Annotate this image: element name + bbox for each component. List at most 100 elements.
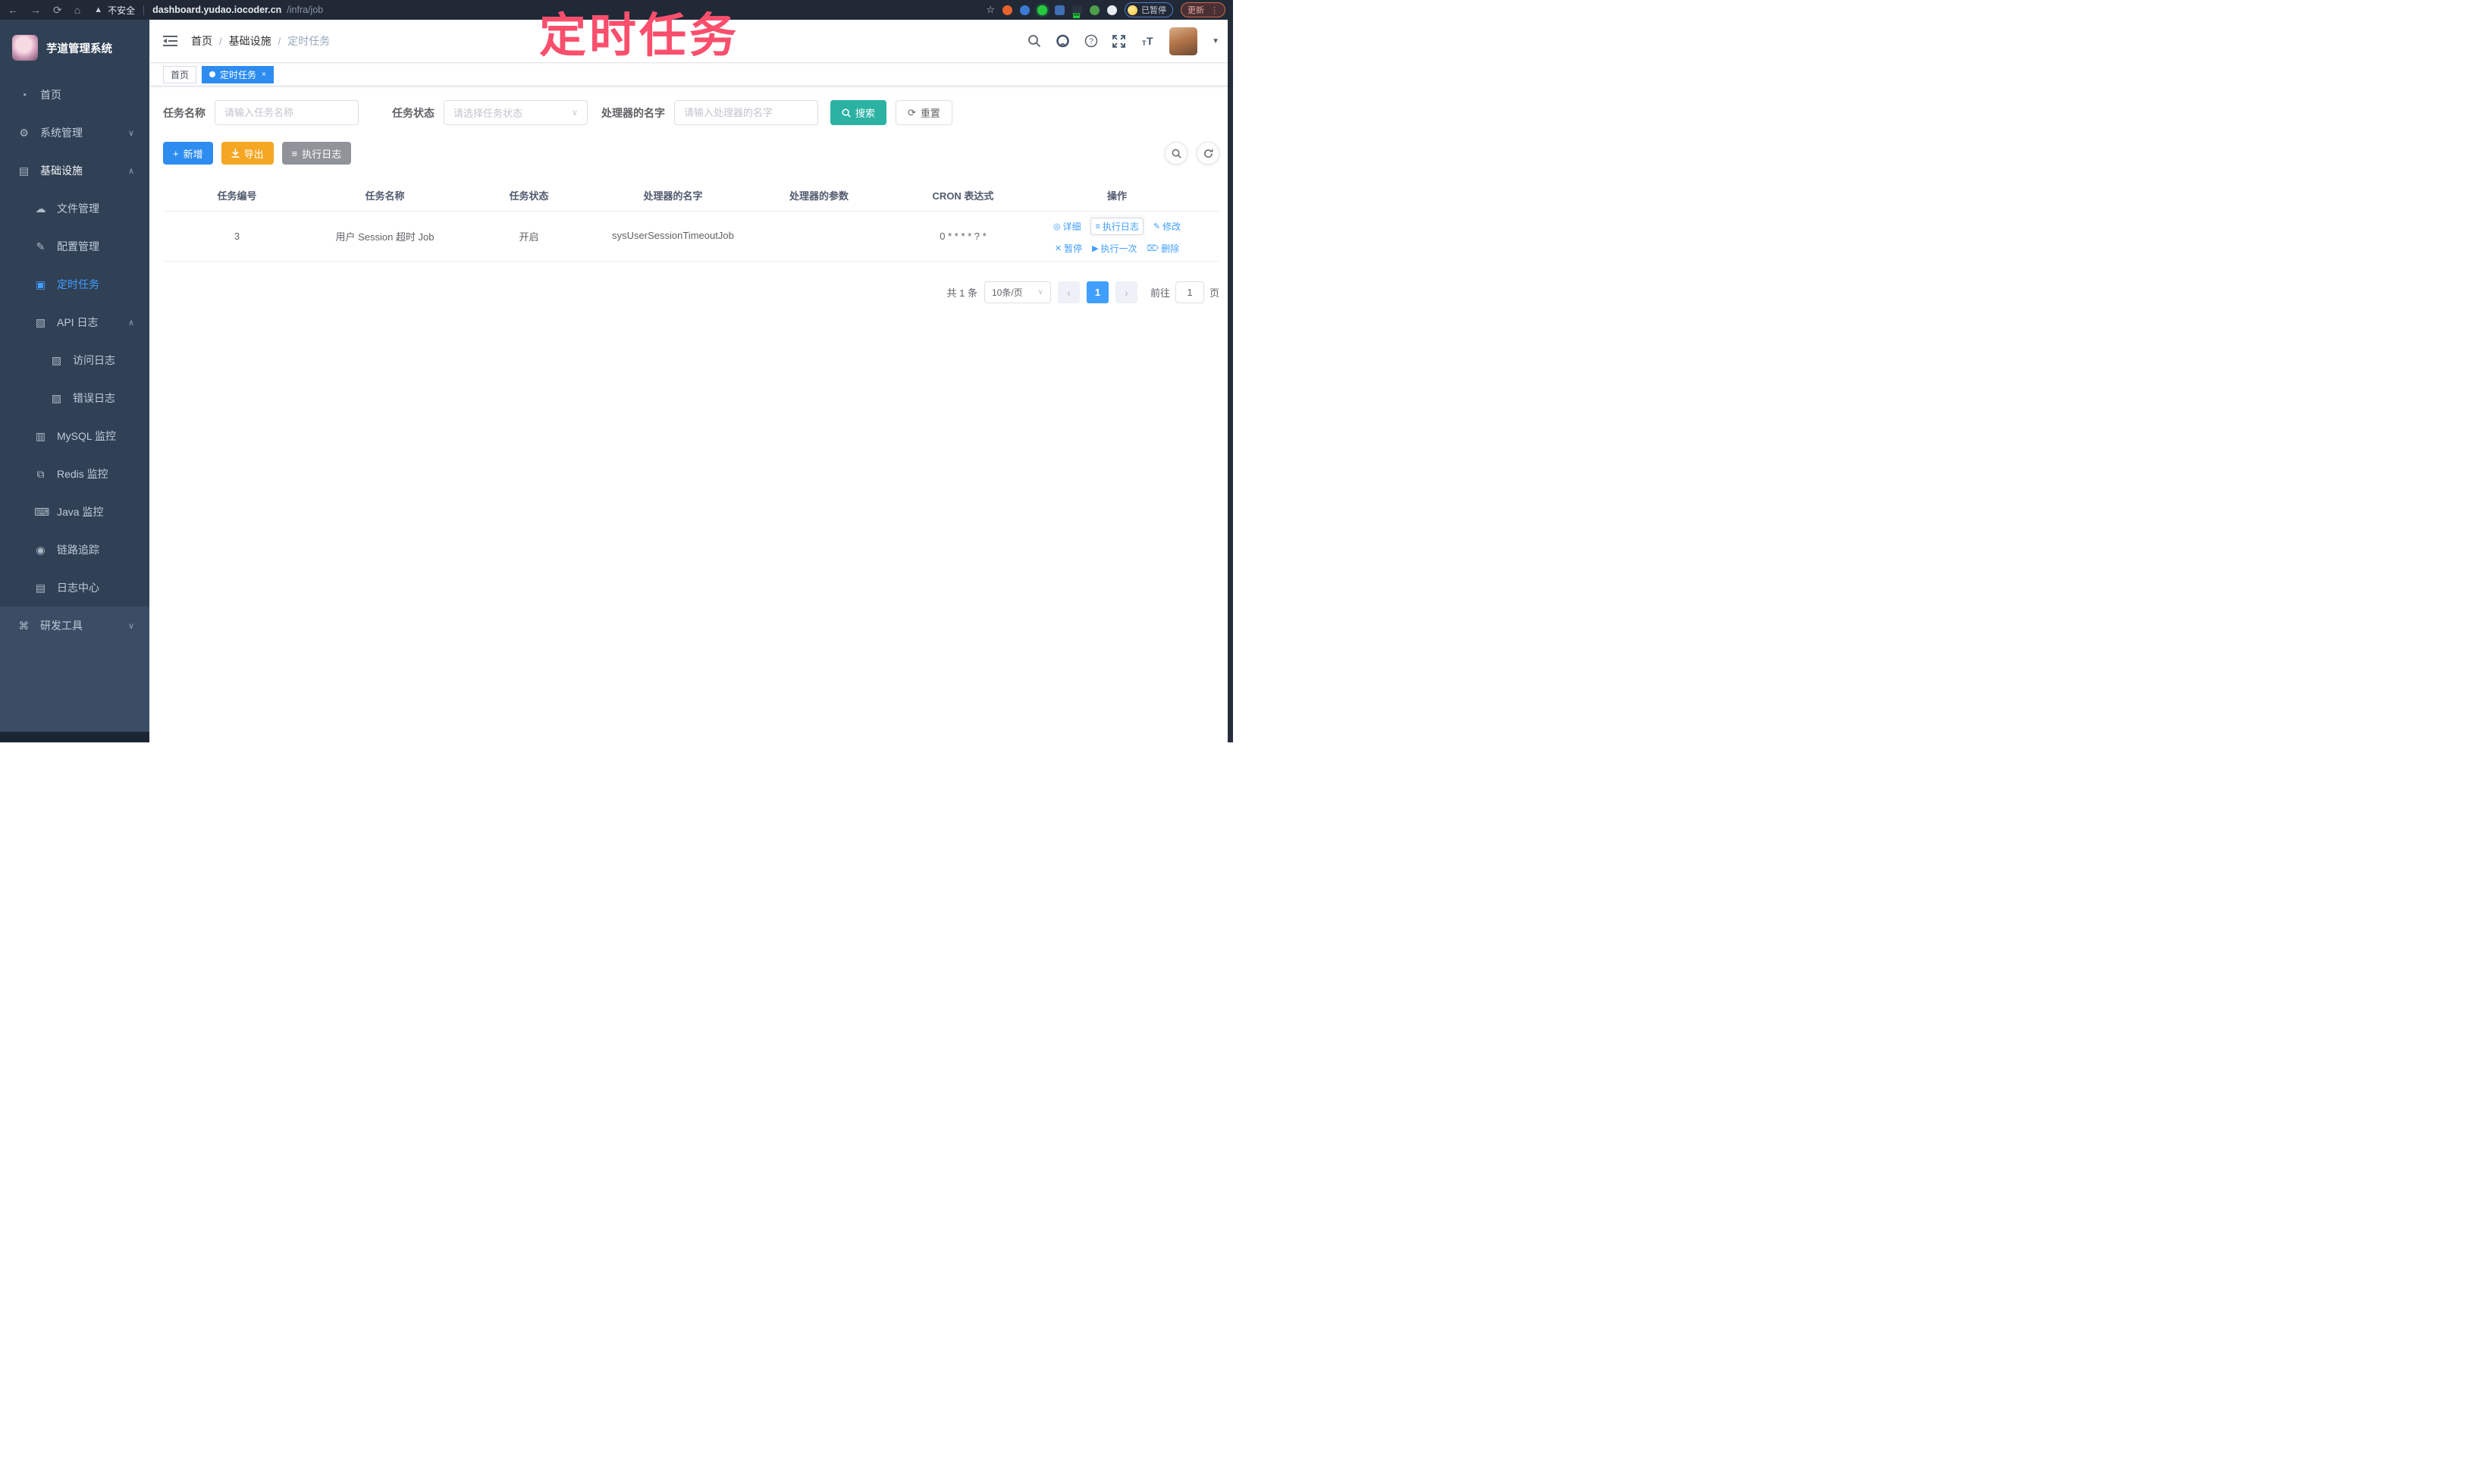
- sidebar-item-config-management[interactable]: ✎ 配置管理: [0, 227, 149, 265]
- extension-icon-cyan[interactable]: [1055, 5, 1065, 15]
- browser-scrollbar[interactable]: [1228, 20, 1233, 742]
- extension-paused-button[interactable]: 已暂停: [1125, 2, 1173, 17]
- exec-log-link[interactable]: ≡ 执行日志: [1090, 218, 1144, 235]
- table-header-row: 任务编号 任务名称 任务状态 处理器的名字 处理器的参数 CRON 表达式 操作: [163, 180, 1219, 212]
- fullscreen-icon[interactable]: [1112, 34, 1125, 48]
- update-label: 更新: [1188, 6, 1204, 15]
- toolbox-icon: ⌘: [18, 619, 30, 632]
- browser-back-icon[interactable]: ←: [8, 4, 18, 16]
- sidebar-logo[interactable]: 芋道管理系统: [0, 20, 149, 76]
- view-detail-link[interactable]: ◎ 详细: [1053, 220, 1081, 233]
- browser-reload-icon[interactable]: ⟳: [53, 4, 62, 17]
- address-bar[interactable]: ▲ 不安全 dashboard.yudao.iocoder.cn/infra/j…: [94, 4, 323, 17]
- browser-menu-icon[interactable]: ⋮: [1210, 5, 1219, 15]
- goto-page-input[interactable]: [1175, 281, 1204, 303]
- close-icon: ✕: [1054, 244, 1062, 253]
- active-tab-dot: [209, 71, 216, 77]
- sidebar-item-label: 错误日志: [73, 392, 115, 404]
- log-center-icon: ▤: [35, 581, 46, 594]
- delete-link[interactable]: ⌦ 删除: [1147, 242, 1180, 255]
- tab-scheduled-tasks[interactable]: 定时任务 ×: [202, 65, 274, 83]
- user-avatar[interactable]: [1169, 27, 1198, 55]
- sidebar-item-scheduled-tasks[interactable]: ▣ 定时任务: [0, 265, 149, 303]
- breadcrumb-separator: /: [219, 35, 222, 47]
- sidebar-item-api-logs[interactable]: ▧ API 日志 ∧: [0, 303, 149, 341]
- exec-log-button[interactable]: ≡ 执行日志: [281, 142, 352, 165]
- extension-icon-orange[interactable]: [1002, 5, 1012, 15]
- edit-link[interactable]: ✎ 修改: [1153, 220, 1181, 233]
- extension-icon-green-check[interactable]: [1037, 5, 1047, 15]
- sidebar-item-error-logs[interactable]: ▨ 错误日志: [0, 379, 149, 417]
- sidebar-item-home[interactable]: ◔ 首页: [0, 76, 149, 114]
- cell-job-status: 开启: [519, 231, 539, 243]
- tags-view-bar: 首页 定时任务 ×: [149, 63, 1233, 86]
- table-row: 3 用户 Session 超时 Job 开启 sysUserSessionTim…: [163, 212, 1219, 262]
- breadcrumb: 首页 / 基础设施 / 定时任务: [191, 33, 330, 49]
- search-button[interactable]: 搜索: [830, 100, 887, 125]
- close-tab-icon[interactable]: ×: [262, 71, 266, 79]
- extension-icon-leaf[interactable]: [1090, 5, 1100, 15]
- sidebar-item-label: Java 监控: [57, 506, 104, 518]
- browser-forward-icon[interactable]: →: [30, 4, 41, 16]
- pagination: 共 1 条 10条/页 ∨ ‹ 1 › 前往 页: [163, 281, 1219, 303]
- bookmark-star-icon[interactable]: ☆: [986, 4, 995, 16]
- job-status-select[interactable]: 请选择任务状态 ∨: [444, 100, 588, 125]
- sidebar-item-redis-monitor[interactable]: ⧉ Redis 监控: [0, 455, 149, 493]
- help-icon[interactable]: ?: [1084, 34, 1098, 48]
- breadcrumb-infrastructure[interactable]: 基础设施: [229, 33, 271, 49]
- extension-icon-sparkle[interactable]: [1107, 5, 1117, 15]
- sidebar-item-infrastructure[interactable]: ▤ 基础设施 ∧: [0, 152, 149, 190]
- sidebar-item-label: MySQL 监控: [57, 430, 117, 442]
- list-icon: ≡: [1095, 221, 1100, 231]
- user-menu-caret-icon[interactable]: ▼: [1212, 37, 1219, 45]
- browser-home-icon[interactable]: ⌂: [74, 4, 80, 16]
- watermark-text: 定时任务: [538, 10, 740, 62]
- breadcrumb-home[interactable]: 首页: [191, 33, 212, 49]
- refresh-table-button[interactable]: [1197, 142, 1219, 165]
- export-button[interactable]: 导出: [221, 142, 274, 165]
- handler-name-input[interactable]: [674, 100, 818, 125]
- sidebar-item-trace[interactable]: ◉ 链路追踪: [0, 531, 149, 569]
- job-name-input[interactable]: [215, 100, 359, 125]
- sidebar-item-system-management[interactable]: ⚙ 系统管理 ∨: [0, 114, 149, 152]
- cell-job-id: 3: [234, 231, 240, 242]
- toggle-search-button[interactable]: [1165, 142, 1188, 165]
- jobs-table: 任务编号 任务名称 任务状态 处理器的名字 处理器的参数 CRON 表达式 操作…: [163, 180, 1219, 262]
- sidebar-item-dev-tools[interactable]: ⌘ 研发工具 ∨: [0, 607, 149, 645]
- trash-icon: ⌦: [1147, 244, 1159, 253]
- font-size-icon[interactable]: TT: [1140, 35, 1155, 47]
- reset-button[interactable]: ⟳ 重置: [896, 100, 952, 125]
- next-page-button[interactable]: ›: [1115, 281, 1137, 303]
- sidebar-toggle-icon[interactable]: [163, 35, 177, 47]
- run-once-link[interactable]: ▶ 执行一次: [1092, 242, 1137, 255]
- filter-form: 任务名称 任务状态 请选择任务状态 ∨ 处理器的名字 搜索 ⟳ 重置: [163, 100, 1219, 125]
- page-size-select[interactable]: 10条/页 ∨: [984, 281, 1051, 303]
- extension-icon-dark[interactable]: on: [1072, 5, 1082, 18]
- logo-image: [12, 35, 38, 61]
- add-button[interactable]: + 新增: [163, 142, 213, 165]
- pencil-icon: ✎: [1153, 222, 1161, 231]
- play-icon: ▶: [1092, 244, 1099, 253]
- prev-page-button[interactable]: ‹: [1057, 281, 1080, 303]
- row-actions: ◎ 详细 ≡ 执行日志 ✎ 修改 ✕ 暂停 ▶ 执行一次 ⌦ 删除: [1035, 218, 1199, 255]
- tab-home[interactable]: 首页: [163, 65, 197, 83]
- edit-icon: ✎: [36, 240, 45, 253]
- chrome-update-button[interactable]: 更新 ⋮: [1181, 2, 1225, 17]
- job-name-label: 任务名称: [163, 106, 206, 119]
- sidebar-item-mysql-monitor[interactable]: ▥ MySQL 监控: [0, 417, 149, 455]
- sidebar-item-label: 文件管理: [57, 202, 99, 215]
- sidebar-item-access-logs[interactable]: ▨ 访问日志: [0, 341, 149, 379]
- sidebar-item-file-management[interactable]: ☁ 文件管理: [0, 190, 149, 227]
- col-cron: CRON 表达式: [932, 190, 994, 202]
- task-icon: ▣: [35, 278, 46, 290]
- pause-link[interactable]: ✕ 暂停: [1055, 242, 1082, 255]
- page-1-button[interactable]: 1: [1086, 281, 1109, 303]
- sidebar-item-log-center[interactable]: ▤ 日志中心: [0, 569, 149, 607]
- breadcrumb-current: 定时任务: [287, 35, 331, 47]
- extension-icon-blue-drop[interactable]: [1020, 5, 1030, 15]
- sidebar-item-java-monitor[interactable]: ⌨ Java 监控: [0, 493, 149, 531]
- gear-icon: ⚙: [19, 126, 29, 139]
- sidebar-item-label: 配置管理: [57, 240, 99, 253]
- github-icon[interactable]: [1056, 34, 1070, 49]
- search-icon[interactable]: [1028, 34, 1041, 48]
